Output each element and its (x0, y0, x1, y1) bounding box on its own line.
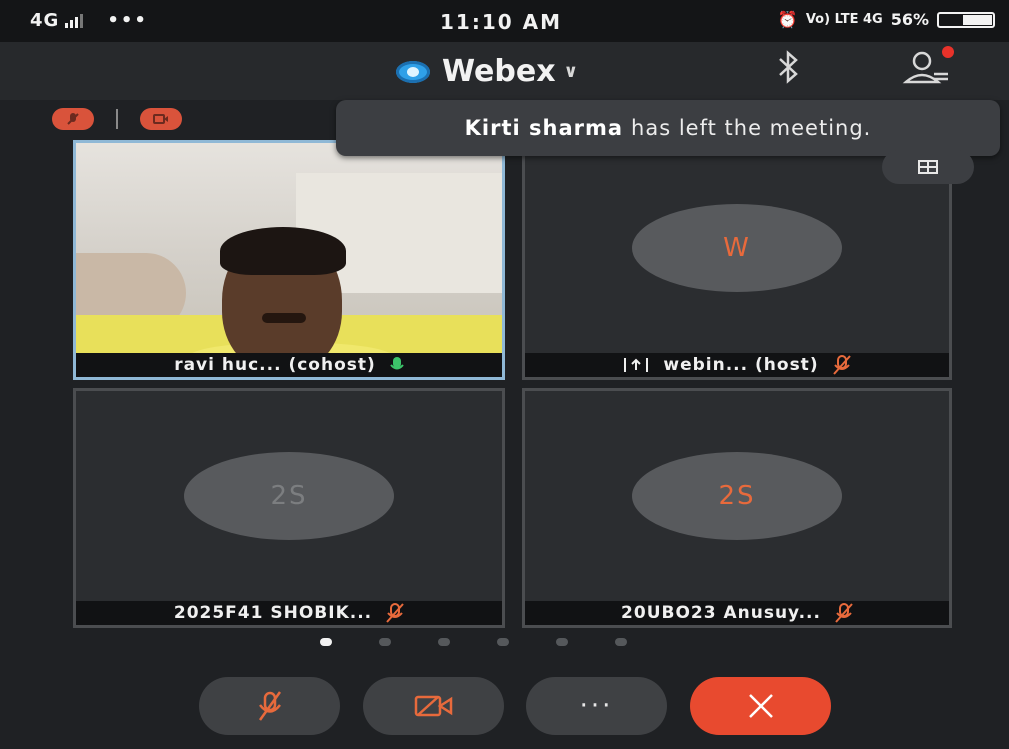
microphone-on-icon (390, 356, 404, 374)
toast-message: has left the meeting. (631, 116, 872, 140)
network-type: 4G (30, 10, 60, 31)
microphone-muted-icon (835, 603, 853, 623)
participant-name-bar: 2025F41 SHOBIK... (76, 601, 502, 625)
participant-name-bar: 20UBO23 Anusuy... (525, 601, 949, 625)
participants-icon[interactable] (902, 46, 954, 88)
signal-icon (65, 13, 84, 28)
screen-share-icon (623, 356, 649, 374)
end-call-icon (748, 694, 773, 718)
participant-name-bar: ravi huc... (cohost) (76, 353, 502, 377)
page-dot[interactable] (379, 638, 391, 646)
participant-tile[interactable]: 2S 2025F41 SHOBIK... (73, 388, 505, 628)
bluetooth-icon[interactable] (776, 50, 802, 91)
microphone-muted-icon (832, 355, 851, 375)
participant-name: 20UBO23 Anusuy... (621, 603, 821, 623)
participant-avatar: 2S (632, 452, 842, 541)
chevron-down-icon: ∨ (563, 61, 579, 82)
microphone-muted-icon (386, 603, 404, 623)
notification-badge (942, 46, 954, 58)
page-dot[interactable] (497, 638, 509, 646)
grid-layout-icon (918, 160, 938, 174)
page-dot-active[interactable] (320, 638, 332, 646)
mini-controls (52, 108, 182, 130)
status-bar: 4G ••• 11:10 AM ⏰ Vo) LTE 4G 56% (0, 0, 1009, 42)
meeting-top-bar: Webex ∨ (0, 42, 1009, 100)
participant-name-bar: webin... (host) (525, 353, 949, 377)
meeting-title-button[interactable]: Webex ∨ (396, 54, 578, 89)
more-button[interactable]: ··· (526, 677, 667, 735)
page-dot[interactable] (556, 638, 568, 646)
status-right: ⏰ Vo) LTE 4G 56% (778, 10, 995, 29)
mini-video-button[interactable] (140, 108, 182, 130)
alarm-icon: ⏰ (777, 10, 798, 29)
webex-logo-icon (396, 60, 430, 83)
mini-mute-button[interactable] (52, 108, 94, 130)
participant-video (76, 143, 502, 377)
participant-name: webin... (host) (663, 355, 819, 375)
video-off-icon (414, 695, 452, 717)
toast-name: Kirti sharma (464, 116, 624, 140)
participant-tile[interactable]: 2S 20UBO23 Anusuy... (522, 388, 952, 628)
notification-toast: Kirti sharma has left the meeting. (336, 100, 1000, 156)
end-call-button[interactable] (690, 677, 831, 735)
layout-toggle-button[interactable] (882, 150, 974, 184)
status-left: 4G ••• (30, 10, 148, 31)
status-time: 11:10 AM (440, 10, 563, 34)
battery-percent: 56% (890, 10, 929, 29)
participant-name: ravi huc... (cohost) (174, 355, 376, 375)
video-button[interactable] (363, 677, 504, 735)
app-name: Webex (442, 54, 556, 89)
battery-icon (937, 11, 995, 28)
page-indicator (320, 638, 627, 646)
video-hair (220, 227, 346, 275)
microphone-muted-icon (258, 691, 281, 721)
more-icon: ··· (579, 691, 614, 721)
page-dot[interactable] (438, 638, 450, 646)
video-mustache (262, 313, 306, 323)
participant-name: 2025F41 SHOBIK... (173, 603, 373, 623)
lte-indicator: Vo) LTE 4G (805, 12, 883, 27)
participant-tile[interactable]: ravi huc... (cohost) (73, 140, 505, 380)
mini-divider (116, 109, 118, 129)
participant-avatar: W (632, 204, 842, 293)
mini-microphone-icon (67, 113, 79, 125)
notification-dots: ••• (107, 10, 148, 31)
page-dot[interactable] (615, 638, 627, 646)
mini-video-icon (153, 114, 168, 124)
mute-button[interactable] (199, 677, 340, 735)
participant-avatar: 2S (184, 452, 394, 541)
